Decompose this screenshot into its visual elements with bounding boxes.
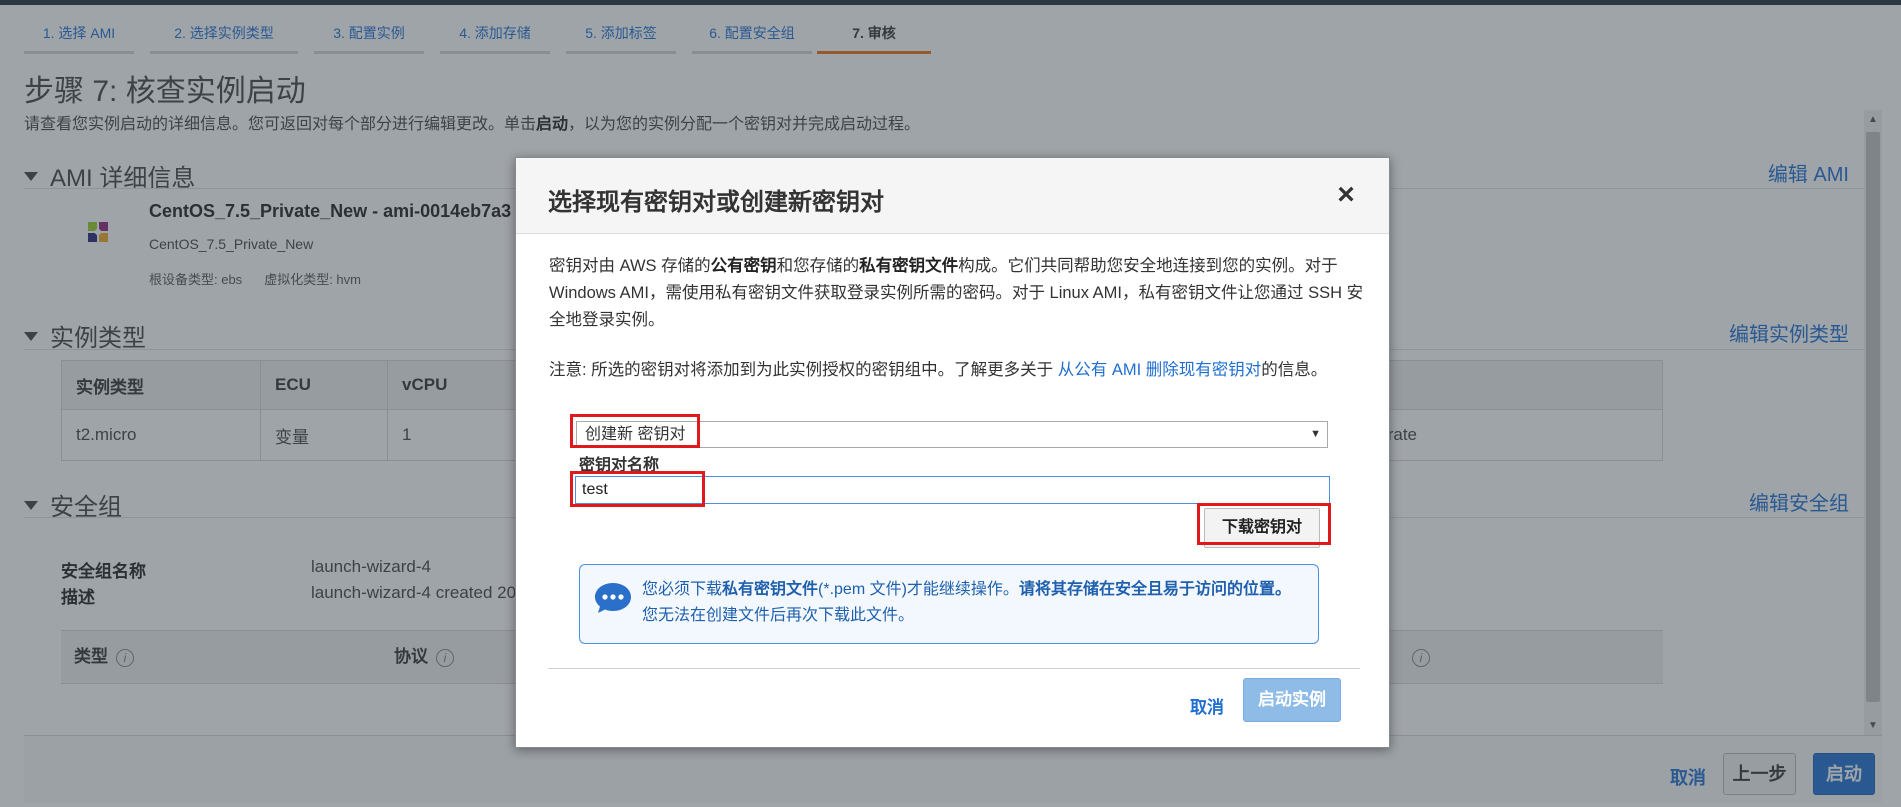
modal-title: 选择现有密钥对或创建新密钥对 (548, 189, 884, 216)
download-keypair-button[interactable]: 下载密钥对 (1204, 508, 1320, 548)
alert-text: 您必须下载私有密钥文件(*.pem 文件)才能继续操作。请将其存储在安全且易于访… (642, 581, 1291, 624)
select-value: 创建新 密钥对 (585, 426, 686, 443)
remove-keypair-link[interactable]: 从公有 AMI 删除现有密钥对 (1058, 361, 1262, 379)
modal-divider (548, 668, 1360, 669)
download-warning-alert: 您必须下载私有密钥文件(*.pem 文件)才能继续操作。请将其存储在安全且易于访… (579, 564, 1319, 644)
dropdown-arrow-icon: ▼ (1310, 428, 1321, 440)
keypair-modal: 选择现有密钥对或创建新密钥对 × 密钥对由 AWS 存储的公有密钥和您存储的私有… (515, 157, 1390, 748)
keypair-explanation: 密钥对由 AWS 存储的公有密钥和您存储的私有密钥文件构成。它们共同帮助您安全地… (549, 257, 1364, 329)
launch-instance-button[interactable]: 启动实例 (1243, 678, 1341, 722)
close-icon[interactable]: × (1332, 180, 1360, 210)
keypair-name-label: 密钥对名称 (579, 457, 660, 474)
chat-bubble-icon (595, 583, 631, 613)
keypair-note: 注意: 所选的密钥对将添加到为此实例授权的密钥组中。了解更多关于 从公有 AMI… (549, 361, 1328, 379)
modal-header: 选择现有密钥对或创建新密钥对 × (516, 158, 1389, 234)
keypair-option-select[interactable]: 创建新 密钥对 ▼ (576, 421, 1328, 448)
keypair-name-input[interactable]: test (575, 476, 1330, 504)
modal-cancel-button[interactable]: 取消 (1190, 693, 1224, 718)
